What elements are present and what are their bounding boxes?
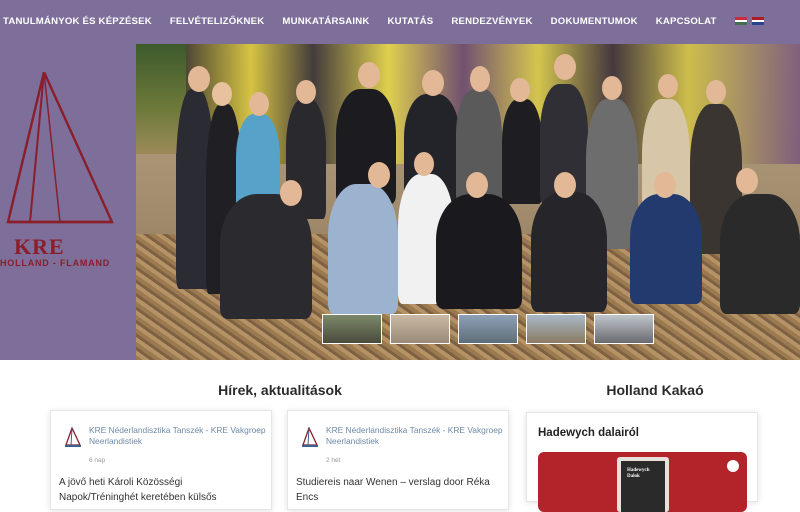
album-cover: Hadewych Dalok <box>617 457 669 512</box>
slider-thumbnail[interactable] <box>322 314 382 344</box>
person <box>220 194 312 319</box>
news-card-text[interactable]: Studiereis naar Wenen – verslag door Rék… <box>296 475 501 505</box>
person-head <box>280 180 302 206</box>
logo-title: KRE <box>14 234 65 259</box>
person-head <box>554 54 576 80</box>
person-head <box>658 74 678 98</box>
person-head <box>422 70 444 96</box>
person-head <box>358 62 380 88</box>
person <box>531 192 607 312</box>
kre-sail-icon <box>65 427 81 447</box>
news-card-text[interactable]: A jövő heti Károli Közösségi Napok/Tréni… <box>59 475 264 505</box>
dutch-flag-icon[interactable] <box>751 17 764 25</box>
kre-sail-icon <box>302 427 318 447</box>
hungarian-flag-icon[interactable] <box>734 17 747 25</box>
nav-item-events[interactable]: RENDEZVÉNYEK <box>451 16 532 27</box>
spotify-embed[interactable]: Hadewych Dalok <box>538 452 747 512</box>
nav-item-applicants[interactable]: FELVÉTELIZŐKNEK <box>170 16 265 27</box>
news-section-title: Hírek, aktualitások <box>218 382 342 398</box>
spotify-icon[interactable] <box>727 460 739 472</box>
person-head <box>249 92 269 116</box>
person <box>436 194 522 309</box>
person <box>630 194 702 304</box>
person-head <box>736 168 758 194</box>
news-card-author[interactable]: KRE Néderlandisztika Tanszék - KRE Vakgr… <box>326 425 506 447</box>
person <box>328 184 398 314</box>
nav-item-studies[interactable]: TANULMÁNYOK ÉS KÉPZÉSEK <box>3 16 152 27</box>
person-head <box>414 152 434 176</box>
person <box>502 99 542 204</box>
album-artwork: Hadewych Dalok <box>621 461 665 512</box>
logo-subtitle: HOLLAND - FLAMAND <box>0 258 111 268</box>
person-head <box>188 66 210 92</box>
nav-item-staff[interactable]: MUNKATÁRSAINK <box>282 16 369 27</box>
podcast-card[interactable]: Hadewych dalairól Hadewych Dalok <box>526 412 758 512</box>
slider-thumbnail[interactable] <box>390 314 450 344</box>
person-head <box>466 172 488 198</box>
slider-thumbnail[interactable] <box>526 314 586 344</box>
news-card[interactable]: KRE Néderlandisztika Tanszék - KRE Vakgr… <box>287 410 509 510</box>
person-head <box>510 78 530 102</box>
person-head <box>602 76 622 100</box>
person-head <box>706 80 726 104</box>
person-head <box>470 66 490 92</box>
kre-logo[interactable]: KRE HOLLAND - FLAMAND <box>0 72 120 282</box>
person-head <box>368 162 390 188</box>
news-card-time: 2 hét <box>326 457 341 464</box>
nav-item-contact[interactable]: KAPCSOLAT <box>656 16 717 27</box>
news-card[interactable]: KRE Néderlandisztika Tanszék - KRE Vakgr… <box>50 410 272 510</box>
nav-item-documents[interactable]: DOKUMENTUMOK <box>551 16 638 27</box>
slider-thumbnail[interactable] <box>594 314 654 344</box>
person-head <box>296 80 316 104</box>
person-head <box>212 82 232 106</box>
news-card-time: 6 nap <box>89 457 106 464</box>
slider-thumbnail[interactable] <box>458 314 518 344</box>
kakao-section-title: Holland Kakaó <box>606 382 704 398</box>
person-head <box>554 172 576 198</box>
person-head <box>654 172 676 198</box>
podcast-card-title: Hadewych dalairól <box>538 427 639 439</box>
album-label: Hadewych Dalok <box>627 468 650 479</box>
top-navigation: TANULMÁNYOK ÉS KÉPZÉSEK FELVÉTELIZŐKNEK … <box>0 0 800 42</box>
news-card-author[interactable]: KRE Néderlandisztika Tanszék - KRE Vakgr… <box>89 425 269 447</box>
slider-thumbnails <box>322 314 654 344</box>
person <box>720 194 800 314</box>
group-photo <box>136 44 800 360</box>
nav-item-research[interactable]: KUTATÁS <box>388 16 434 27</box>
hero-banner: KRE HOLLAND - FLAMAND <box>0 42 800 360</box>
